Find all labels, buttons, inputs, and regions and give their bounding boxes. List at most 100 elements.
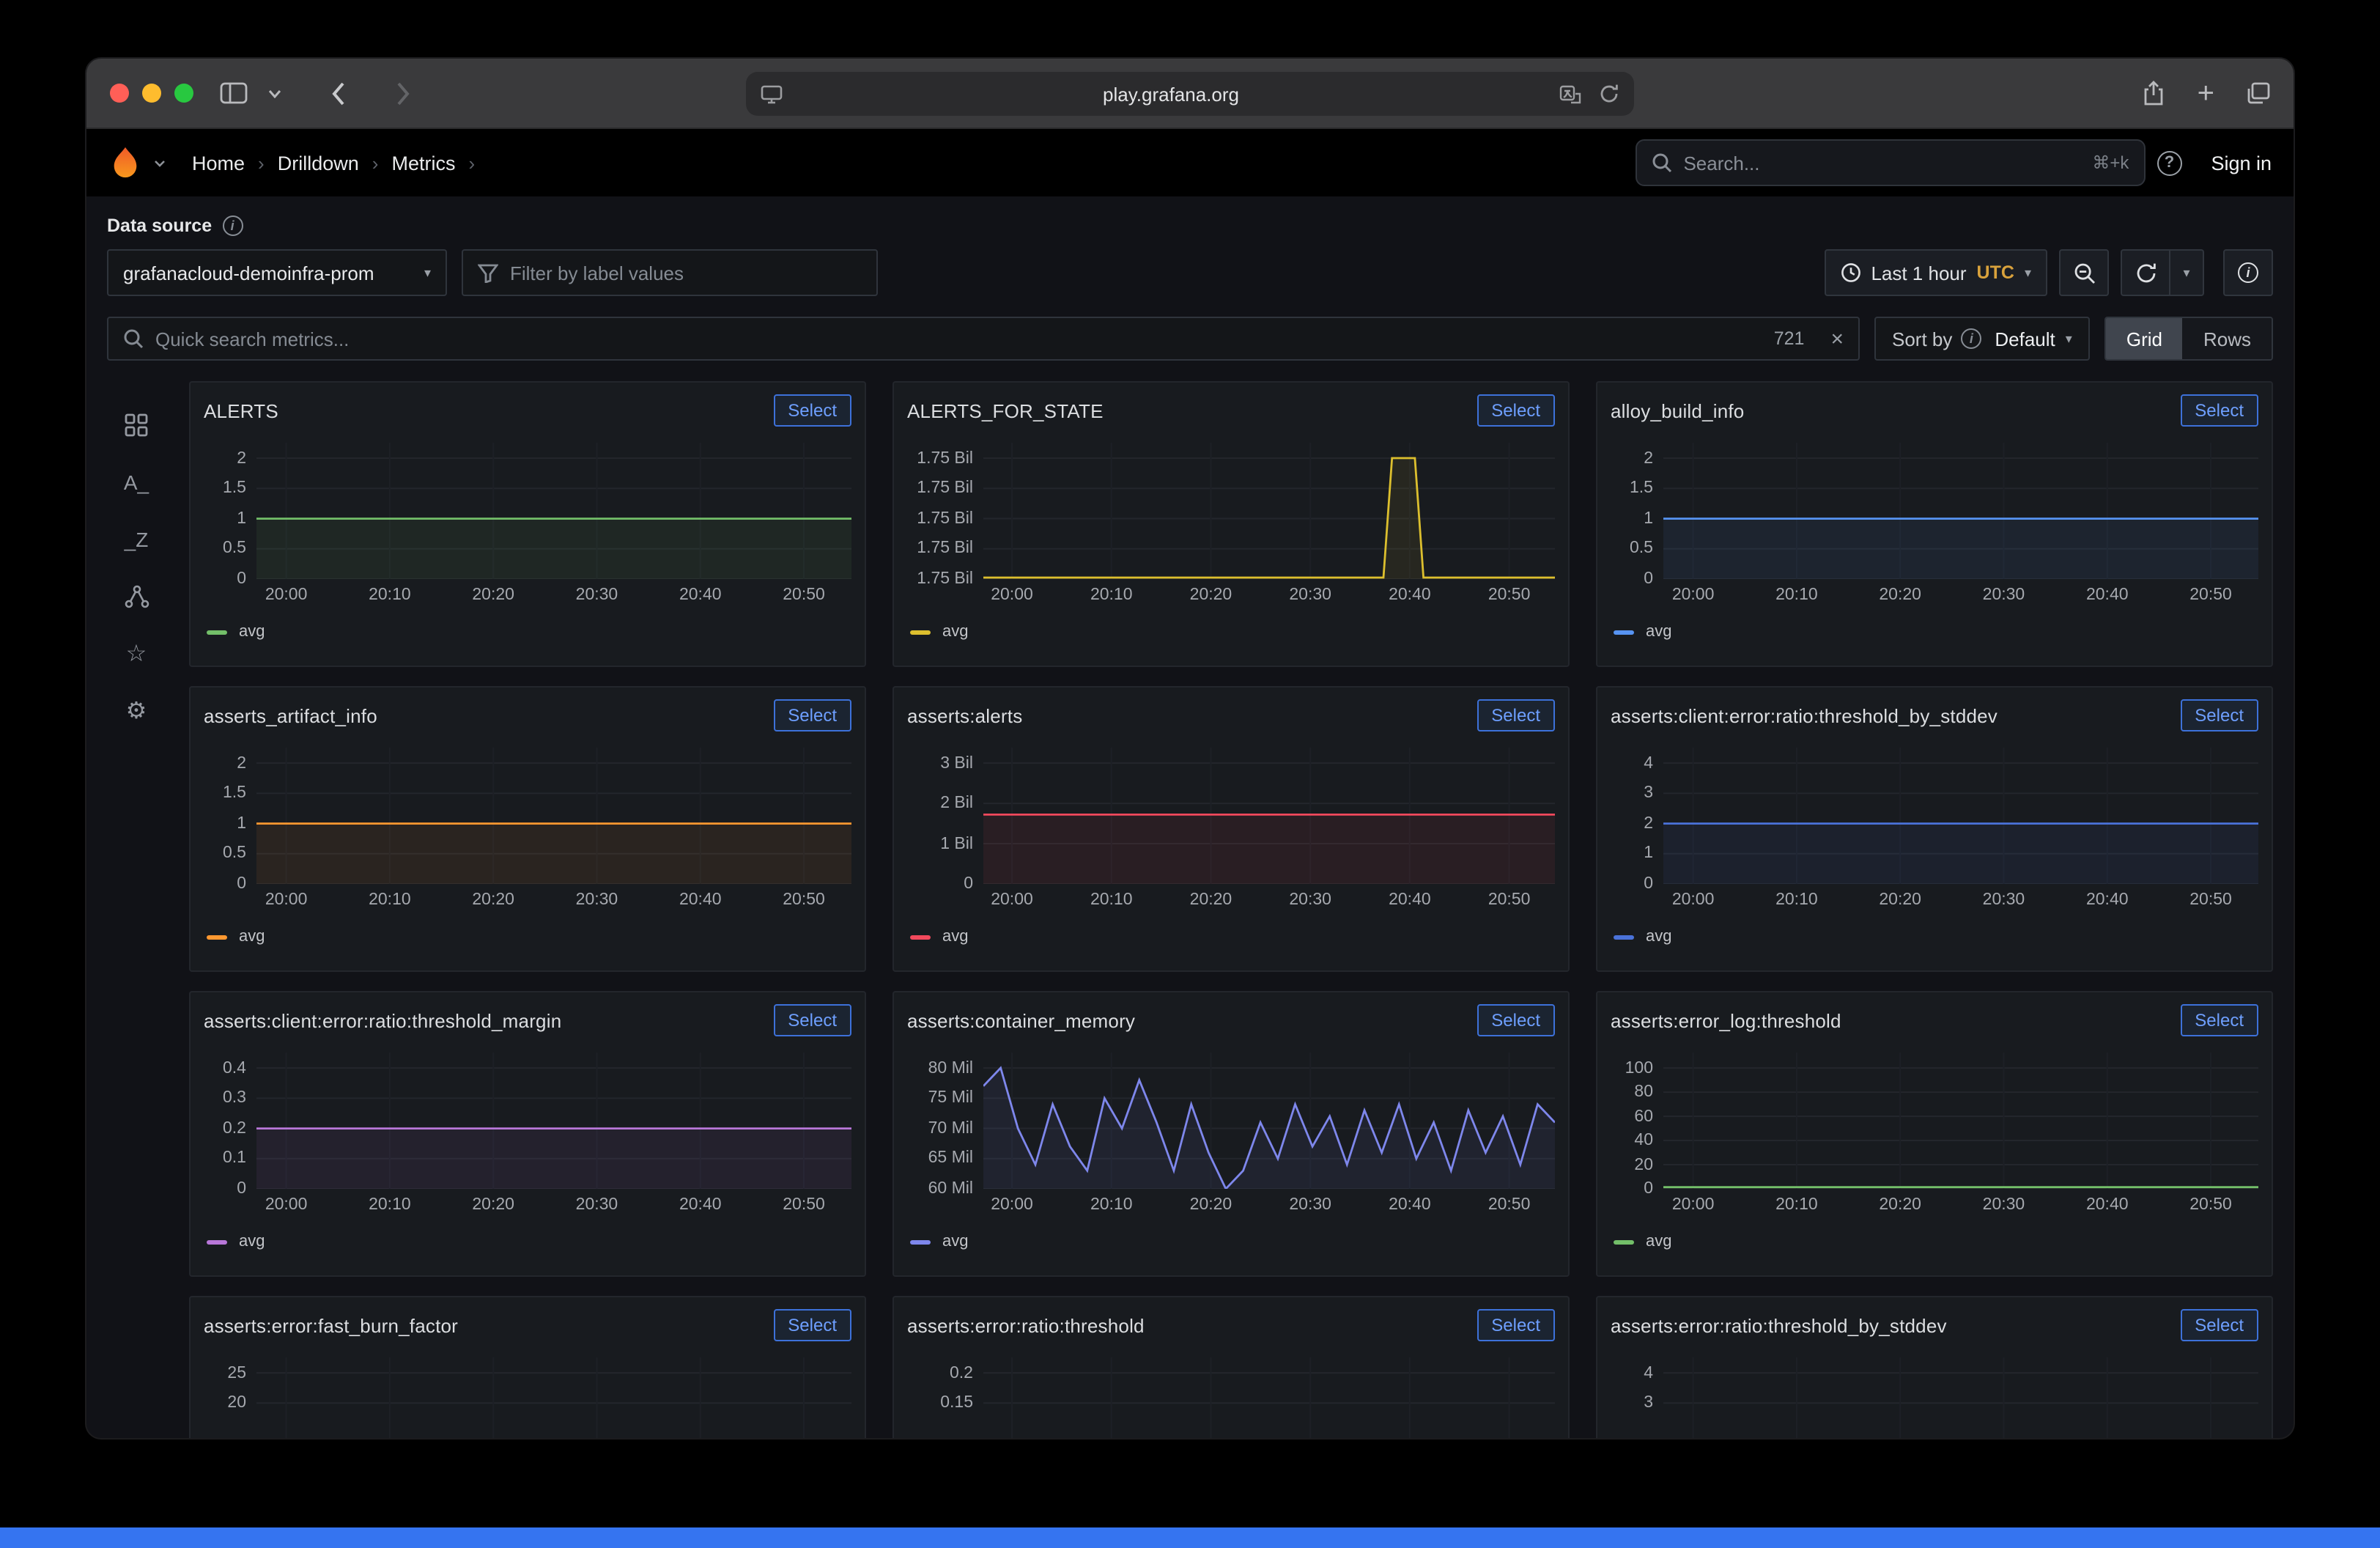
select-button[interactable]: Select bbox=[2180, 1309, 2258, 1341]
settings-gear-icon[interactable]: ⚙ bbox=[110, 682, 163, 739]
select-button[interactable]: Select bbox=[1477, 394, 1555, 427]
plot-area bbox=[256, 1047, 851, 1189]
traffic-light-zoom[interactable] bbox=[174, 84, 193, 103]
related-metrics-icon[interactable] bbox=[110, 567, 163, 624]
x-tick-label: 20:50 bbox=[1488, 891, 1531, 909]
data-source-info-icon[interactable]: i bbox=[222, 215, 243, 236]
timezone-label: UTC bbox=[1977, 262, 2014, 283]
y-axis: 2520 bbox=[204, 1352, 256, 1438]
traffic-light-minimize[interactable] bbox=[142, 84, 161, 103]
y-tick-label: 100 bbox=[1625, 1059, 1653, 1077]
chart: 10080604020020:0020:1020:2020:3020:4020:… bbox=[1611, 1047, 2258, 1223]
sort-alpha-z-icon[interactable]: _Z bbox=[110, 510, 163, 567]
traffic-light-close[interactable] bbox=[110, 84, 129, 103]
legend-series-label: avg bbox=[1646, 623, 1672, 641]
x-tick-label: 20:20 bbox=[1190, 586, 1232, 604]
x-tick-label: 20:10 bbox=[1775, 1196, 1818, 1214]
legend-series-label: avg bbox=[239, 928, 265, 946]
site-icon bbox=[761, 84, 783, 103]
refresh-interval-dropdown[interactable]: ▾ bbox=[2169, 249, 2204, 296]
y-tick-label: 20 bbox=[1634, 1156, 1653, 1173]
select-button[interactable]: Select bbox=[1477, 1309, 1555, 1341]
y-tick-label: 1.5 bbox=[223, 784, 246, 802]
x-tick-label: 20:00 bbox=[265, 1196, 308, 1214]
select-button[interactable]: Select bbox=[773, 1309, 851, 1341]
panel-header: asserts:client:error:ratio:threshold_mar… bbox=[204, 1003, 851, 1038]
legend: avg bbox=[204, 623, 851, 641]
new-tab-icon[interactable]: + bbox=[2198, 78, 2214, 108]
select-button[interactable]: Select bbox=[2180, 1004, 2258, 1036]
legend-series-color bbox=[1614, 630, 1634, 634]
info-button[interactable]: i bbox=[2223, 249, 2273, 296]
sidebar-toggle-icon[interactable] bbox=[220, 82, 248, 104]
legend-series-label: avg bbox=[239, 1233, 265, 1250]
y-axis: 0.20.15 bbox=[907, 1352, 983, 1438]
x-tick-label: 20:10 bbox=[1090, 1196, 1133, 1214]
view-rows-button[interactable]: Rows bbox=[2183, 318, 2272, 359]
select-button[interactable]: Select bbox=[2180, 699, 2258, 731]
view-grid-button[interactable]: Grid bbox=[2106, 318, 2183, 359]
x-tick-label: 20:10 bbox=[1775, 891, 1818, 909]
sort-info-icon[interactable]: i bbox=[1961, 328, 1981, 349]
x-tick-label: 20:20 bbox=[472, 1196, 514, 1214]
refresh-button[interactable] bbox=[2121, 249, 2170, 296]
data-source-dropdown[interactable]: grafanacloud-demoinfra-prom ▾ bbox=[107, 249, 447, 296]
x-tick-label: 20:10 bbox=[369, 1196, 411, 1214]
quick-search[interactable]: 721 × bbox=[107, 317, 1860, 361]
reload-icon[interactable] bbox=[1599, 84, 1619, 104]
translate-icon[interactable] bbox=[1559, 84, 1581, 103]
tab-overview-icon[interactable] bbox=[2247, 82, 2270, 104]
select-button[interactable]: Select bbox=[773, 394, 851, 427]
y-axis: 0.40.30.20.10 bbox=[204, 1047, 256, 1189]
time-range-picker[interactable]: Last 1 hour UTC ▾ bbox=[1824, 249, 2047, 296]
metric-panel: asserts:error:ratio:thresholdSelect0.20.… bbox=[892, 1296, 1570, 1438]
label-filter[interactable] bbox=[462, 249, 878, 296]
chart: 0.20.1520:0020:1020:2020:3020:4020:50 bbox=[907, 1352, 1555, 1438]
quick-search-input[interactable] bbox=[155, 328, 1762, 350]
y-tick-label: 1 bbox=[1644, 510, 1653, 528]
label-filter-input[interactable] bbox=[510, 262, 862, 284]
y-tick-label: 4 bbox=[1644, 754, 1653, 772]
global-search-input[interactable] bbox=[1683, 152, 2080, 174]
sidebar-chevron-down-icon[interactable] bbox=[268, 89, 281, 97]
sort-alpha-a-icon[interactable]: A_ bbox=[110, 453, 163, 510]
breadcrumb-home[interactable]: Home bbox=[192, 152, 245, 174]
favorites-star-icon[interactable]: ☆ bbox=[110, 624, 163, 682]
breadcrumb-drilldown[interactable]: Drilldown bbox=[278, 152, 359, 174]
y-axis: 21.510.50 bbox=[204, 437, 256, 579]
select-button[interactable]: Select bbox=[2180, 394, 2258, 427]
panel-header: asserts_artifact_infoSelect bbox=[204, 698, 851, 733]
x-tick-label: 20:30 bbox=[576, 1196, 618, 1214]
y-tick-label: 20 bbox=[227, 1394, 246, 1412]
sort-dropdown[interactable]: Default ▾ bbox=[1995, 328, 2072, 350]
plot-area bbox=[1663, 742, 2258, 884]
help-icon[interactable]: ? bbox=[2157, 150, 2181, 175]
global-search[interactable]: ⌘+k bbox=[1635, 139, 2145, 186]
select-button[interactable]: Select bbox=[773, 1004, 851, 1036]
forward-icon[interactable] bbox=[396, 81, 410, 105]
breadcrumb-metrics[interactable]: Metrics bbox=[391, 152, 455, 174]
share-icon[interactable] bbox=[2143, 80, 2165, 106]
legend-series-color bbox=[910, 1239, 931, 1244]
x-tick-label: 20:20 bbox=[472, 586, 514, 604]
x-tick-label: 20:30 bbox=[576, 891, 618, 909]
panel-header: asserts:client:error:ratio:threshold_by_… bbox=[1611, 698, 2258, 733]
legend: avg bbox=[1611, 1233, 2258, 1250]
org-chevron-down-icon[interactable] bbox=[154, 159, 166, 166]
x-tick-label: 20:10 bbox=[1090, 891, 1133, 909]
x-axis: 20:0020:1020:2020:3020:4020:50 bbox=[983, 1196, 1555, 1223]
zoom-out-button[interactable] bbox=[2059, 249, 2109, 296]
sign-in-button[interactable]: Sign in bbox=[2211, 152, 2272, 174]
back-icon[interactable] bbox=[331, 81, 346, 105]
x-tick-label: 20:00 bbox=[265, 891, 308, 909]
clock-icon bbox=[1840, 262, 1860, 283]
y-tick-label: 80 bbox=[1634, 1083, 1653, 1101]
x-tick-label: 20:10 bbox=[369, 891, 411, 909]
select-button[interactable]: Select bbox=[1477, 699, 1555, 731]
clear-search-icon[interactable]: × bbox=[1830, 326, 1844, 351]
select-button[interactable]: Select bbox=[773, 699, 851, 731]
overview-grid-icon[interactable] bbox=[110, 396, 163, 453]
address-bar[interactable]: play.grafana.org bbox=[746, 72, 1634, 116]
grafana-logo[interactable] bbox=[108, 145, 142, 180]
select-button[interactable]: Select bbox=[1477, 1004, 1555, 1036]
